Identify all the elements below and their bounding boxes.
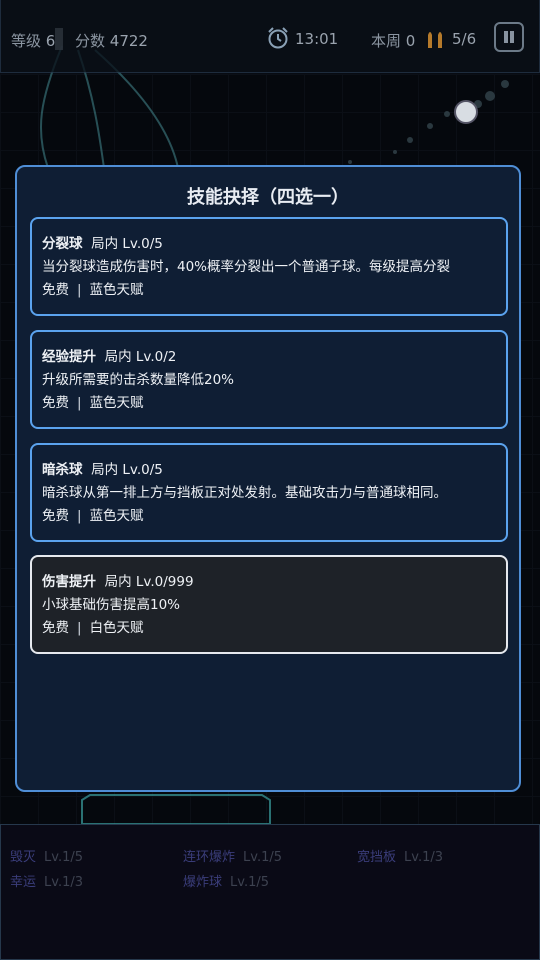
score-display: 分数 4722 <box>75 30 148 51</box>
skill-name: 连环爆炸 <box>183 850 236 865</box>
skill-slot: 爆炸球 Lv.1/5 <box>183 871 269 890</box>
skill-name: 爆炸球 <box>183 875 223 890</box>
skill-card-damage-boost[interactable]: 伤害提升 局内 Lv.0/999 小球基础伤害提高10% 免费 | 白色天赋 <box>30 555 508 654</box>
skill-card-scope: 局内 <box>104 574 132 590</box>
skill-card-level: Lv.0/5 <box>122 236 163 252</box>
score-value: 4722 <box>109 32 148 50</box>
skill-slot: 连环爆炸 Lv.1/5 <box>183 846 282 865</box>
skill-card-level: Lv.0/2 <box>135 349 177 365</box>
skill-name: 宽挡板 <box>357 850 397 865</box>
skill-name: 毁灭 <box>10 850 37 865</box>
skill-card-scope: 局内 <box>91 462 119 478</box>
level-display: 等级 6 <box>11 30 55 51</box>
skill-card-separator: | <box>77 282 82 298</box>
skill-card-desc: 暗杀球从第一排上方与挡板正对处发射。基础攻击力与普通球相同。 <box>42 485 447 501</box>
skill-card-assassin-ball[interactable]: 暗杀球 局内 Lv.0/5 暗杀球从第一排上方与挡板正对处发射。基础攻击力与普通… <box>30 443 508 542</box>
level-label: 等级 <box>11 32 42 50</box>
skill-card-desc: 升级所需要的击杀数量降低20% <box>42 372 235 388</box>
pause-button[interactable] <box>494 22 524 52</box>
skill-card-tier: 蓝色天赋 <box>89 508 144 524</box>
skill-card-cost: 免费 <box>42 395 69 411</box>
skill-card-tier: 白色天赋 <box>89 620 144 636</box>
skill-level: Lv.1/5 <box>243 850 282 865</box>
skill-level: Lv.1/3 <box>404 850 443 865</box>
skill-slot: 宽挡板 Lv.1/3 <box>357 846 443 865</box>
timer-text: 13:01 <box>295 30 339 48</box>
skill-card-split-ball[interactable]: 分裂球 局内 Lv.0/5 当分裂球造成伤害时，40%概率分裂出一个普通子球。每… <box>30 217 508 316</box>
skill-card-cost: 免费 <box>42 508 69 524</box>
alarm-clock-icon <box>268 27 288 49</box>
skill-card-cost: 免费 <box>42 620 69 636</box>
skill-card-separator: | <box>77 395 82 411</box>
bullets-icon <box>428 32 442 48</box>
round-display: 本周 0 <box>371 30 415 51</box>
skill-slot: 幸运 Lv.1/3 <box>10 871 83 890</box>
skill-card-scope: 局内 <box>91 236 119 252</box>
skill-card-separator: | <box>77 508 82 524</box>
skill-bar: 毁灭 Lv.1/5 连环爆炸 Lv.1/5 宽挡板 Lv.1/3 幸运 Lv.1/3 爆… <box>0 824 540 960</box>
skill-level: Lv.1/5 <box>230 875 269 890</box>
round-value: 0 <box>405 32 416 50</box>
skill-card-scope: 局内 <box>104 349 132 365</box>
skill-card-name: 分裂球 <box>42 236 83 252</box>
skill-slot: 毁灭 Lv.1/5 <box>10 846 83 865</box>
skill-card-name: 暗杀球 <box>42 462 83 478</box>
skill-name: 幸运 <box>10 875 37 890</box>
round-label: 本周 <box>371 32 402 50</box>
skill-card-level: Lv.0/999 <box>135 574 194 590</box>
skill-choice-dialog: 技能抉择（四选一） 分裂球 局内 Lv.0/5 当分裂球造成伤害时，40%概率分… <box>15 165 521 792</box>
skill-card-level: Lv.0/5 <box>122 462 163 478</box>
skill-card-tier: 蓝色天赋 <box>89 282 144 298</box>
skill-card-exp-boost[interactable]: 经验提升 局内 Lv.0/2 升级所需要的击杀数量降低20% 免费 | 蓝色天赋 <box>30 330 508 429</box>
skill-card-name: 经验提升 <box>42 349 96 365</box>
skill-card-name: 伤害提升 <box>42 574 96 590</box>
skill-level: Lv.1/5 <box>44 850 83 865</box>
skill-card-cost: 免费 <box>42 282 69 298</box>
skill-card-desc: 当分裂球造成伤害时，40%概率分裂出一个普通子球。每级提高分裂 <box>42 259 451 275</box>
level-value: 6 <box>45 32 56 50</box>
ammo-text: 5/6 <box>452 30 477 48</box>
skill-card-tier: 蓝色天赋 <box>89 395 144 411</box>
score-label: 分数 <box>75 32 106 50</box>
skill-card-separator: | <box>77 620 82 636</box>
skill-card-desc: 小球基础伤害提高10% <box>42 597 181 613</box>
dialog-title: 技能抉择（四选一） <box>187 187 349 208</box>
skill-level: Lv.1/3 <box>44 875 83 890</box>
